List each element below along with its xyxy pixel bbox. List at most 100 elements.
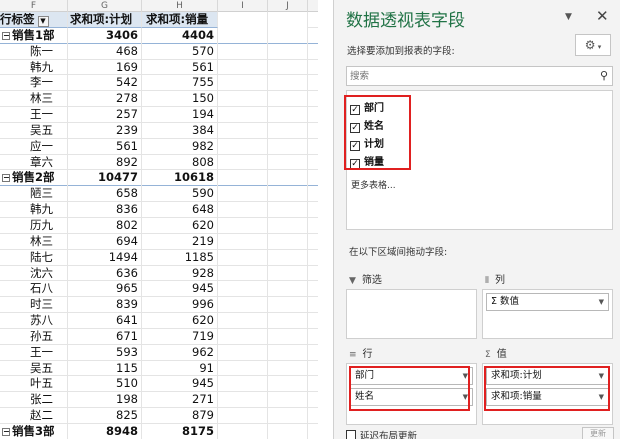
sales-cell[interactable]: 384 bbox=[142, 122, 218, 139]
empty-cell[interactable] bbox=[218, 360, 268, 377]
plan-cell[interactable]: 115 bbox=[68, 360, 142, 377]
collapse-icon[interactable]: − bbox=[2, 174, 10, 183]
row-label-header[interactable]: 行标签 ▼ bbox=[0, 12, 68, 28]
sales-cell[interactable]: 194 bbox=[142, 107, 218, 123]
update-button[interactable]: 更新 bbox=[582, 427, 614, 439]
sum-sales-header[interactable]: 求和项:销量 bbox=[142, 12, 218, 28]
empty-cell[interactable] bbox=[268, 43, 308, 60]
sales-cell[interactable]: 590 bbox=[142, 186, 218, 203]
name-cell[interactable]: 陆七 bbox=[0, 249, 68, 266]
sales-cell[interactable]: 561 bbox=[142, 59, 218, 76]
empty-cell[interactable] bbox=[218, 170, 268, 187]
empty-cell[interactable] bbox=[268, 186, 308, 203]
field-search[interactable]: ⚲ bbox=[346, 66, 613, 86]
empty-cell[interactable] bbox=[218, 265, 268, 282]
filters-drop-zone[interactable] bbox=[346, 289, 477, 339]
sales-cell[interactable]: 4404 bbox=[142, 27, 218, 44]
name-cell[interactable]: 应一 bbox=[0, 138, 68, 155]
group-label-cell[interactable]: − 销售3部 bbox=[0, 423, 68, 439]
plan-cell[interactable]: 836 bbox=[68, 202, 142, 218]
plan-cell[interactable]: 839 bbox=[68, 297, 142, 314]
name-cell[interactable]: 韩九 bbox=[0, 59, 68, 76]
empty-cell[interactable] bbox=[218, 138, 268, 155]
name-cell[interactable]: 韩九 bbox=[0, 202, 68, 218]
plan-cell[interactable]: 658 bbox=[68, 186, 142, 203]
plan-cell[interactable]: 542 bbox=[68, 75, 142, 92]
empty-cell[interactable] bbox=[218, 392, 268, 409]
empty-cell[interactable] bbox=[268, 233, 308, 250]
plan-cell[interactable]: 278 bbox=[68, 91, 142, 108]
sales-cell[interactable]: 648 bbox=[142, 202, 218, 218]
name-cell[interactable]: 吴五 bbox=[0, 360, 68, 377]
empty-cell[interactable] bbox=[218, 376, 268, 393]
sum-plan-header[interactable]: 求和项:计划 bbox=[68, 12, 142, 28]
empty-cell[interactable] bbox=[218, 186, 268, 203]
sales-cell[interactable]: 755 bbox=[142, 75, 218, 92]
name-cell[interactable]: 孙五 bbox=[0, 328, 68, 345]
pane-options-chevron-icon[interactable]: ▼ bbox=[565, 12, 572, 22]
columns-field-values[interactable]: Σ 数值 ▼ bbox=[486, 293, 609, 311]
empty-cell[interactable] bbox=[218, 122, 268, 139]
name-cell[interactable]: 时三 bbox=[0, 297, 68, 314]
empty-cell[interactable] bbox=[218, 202, 268, 218]
sales-cell[interactable]: 620 bbox=[142, 313, 218, 329]
name-cell[interactable]: 苏八 bbox=[0, 313, 68, 329]
defer-layout-update[interactable]: 延迟布局更新 bbox=[346, 428, 417, 439]
empty-cell[interactable] bbox=[218, 423, 268, 439]
group-label-cell[interactable]: − 销售1部 bbox=[0, 27, 68, 44]
sales-cell[interactable]: 982 bbox=[142, 138, 218, 155]
name-cell[interactable]: 章六 bbox=[0, 154, 68, 171]
empty-cell[interactable] bbox=[218, 297, 268, 314]
chevron-down-icon[interactable]: ▼ bbox=[599, 294, 604, 310]
sales-cell[interactable]: 879 bbox=[142, 408, 218, 424]
sales-cell[interactable]: 945 bbox=[142, 376, 218, 393]
plan-cell[interactable]: 636 bbox=[68, 265, 142, 282]
empty-cell[interactable] bbox=[218, 328, 268, 345]
group-label-cell[interactable]: − 销售2部 bbox=[0, 170, 68, 187]
column-header-f[interactable]: F bbox=[0, 0, 68, 12]
empty-cell[interactable] bbox=[268, 170, 308, 187]
name-cell[interactable]: 李一 bbox=[0, 75, 68, 92]
plan-cell[interactable]: 892 bbox=[68, 154, 142, 171]
tools-gear-button[interactable]: ⚙ ▾ bbox=[575, 34, 611, 56]
sales-cell[interactable]: 150 bbox=[142, 91, 218, 108]
plan-cell[interactable]: 593 bbox=[68, 344, 142, 361]
filter-dropdown-icon[interactable]: ▼ bbox=[37, 16, 49, 27]
empty-cell[interactable] bbox=[218, 408, 268, 424]
search-input[interactable] bbox=[347, 67, 587, 85]
plan-cell[interactable]: 8948 bbox=[68, 423, 142, 439]
search-icon[interactable]: ⚲ bbox=[600, 69, 608, 82]
empty-cell[interactable] bbox=[268, 154, 308, 171]
empty-cell[interactable] bbox=[268, 376, 308, 393]
empty-cell[interactable] bbox=[218, 281, 268, 298]
column-header-j[interactable]: J bbox=[268, 0, 308, 12]
plan-cell[interactable]: 257 bbox=[68, 107, 142, 123]
sales-cell[interactable]: 570 bbox=[142, 43, 218, 60]
empty-cell[interactable] bbox=[268, 217, 308, 234]
sales-cell[interactable]: 91 bbox=[142, 360, 218, 377]
empty-cell[interactable] bbox=[268, 27, 308, 44]
name-cell[interactable]: 张二 bbox=[0, 392, 68, 409]
empty-cell[interactable] bbox=[268, 12, 308, 28]
empty-cell[interactable] bbox=[218, 91, 268, 108]
empty-cell[interactable] bbox=[218, 313, 268, 329]
plan-cell[interactable]: 641 bbox=[68, 313, 142, 329]
sales-cell[interactable]: 620 bbox=[142, 217, 218, 234]
name-cell[interactable]: 石八 bbox=[0, 281, 68, 298]
empty-cell[interactable] bbox=[268, 281, 308, 298]
sales-cell[interactable]: 719 bbox=[142, 328, 218, 345]
empty-cell[interactable] bbox=[268, 344, 308, 361]
empty-cell[interactable] bbox=[218, 233, 268, 250]
name-cell[interactable]: 沈六 bbox=[0, 265, 68, 282]
column-header-h[interactable]: H bbox=[142, 0, 218, 12]
empty-cell[interactable] bbox=[268, 122, 308, 139]
name-cell[interactable]: 王一 bbox=[0, 107, 68, 123]
empty-cell[interactable] bbox=[268, 423, 308, 439]
empty-cell[interactable] bbox=[218, 75, 268, 92]
plan-cell[interactable]: 3406 bbox=[68, 27, 142, 44]
collapse-icon[interactable]: − bbox=[2, 427, 10, 436]
sales-cell[interactable]: 808 bbox=[142, 154, 218, 171]
column-header-g[interactable]: G bbox=[68, 0, 142, 12]
name-cell[interactable]: 吴五 bbox=[0, 122, 68, 139]
name-cell[interactable]: 林三 bbox=[0, 233, 68, 250]
